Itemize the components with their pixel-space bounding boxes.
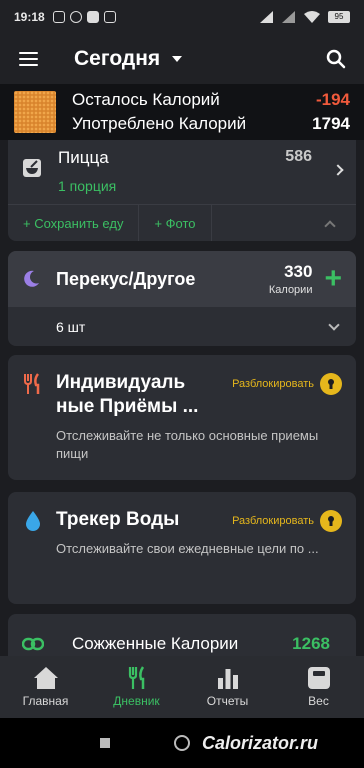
fork-knife-icon — [128, 666, 144, 689]
home-button-icon[interactable] — [174, 735, 190, 751]
unlock-button[interactable]: Разблокировать — [232, 373, 342, 395]
add-photo-button[interactable]: + Фото — [139, 205, 212, 241]
system-navigation: Calorizator.ru — [0, 718, 364, 768]
lock-icon — [320, 510, 342, 532]
water-drop-icon — [26, 511, 40, 531]
nav-reports-label: Отчеты — [206, 694, 249, 708]
chevron-down-icon — [328, 318, 340, 331]
instagram-icon — [103, 11, 116, 23]
nav-home-label: Главная — [22, 694, 69, 708]
nav-reports[interactable]: Отчеты — [182, 656, 273, 718]
food-kcal: 586 — [285, 148, 312, 165]
bottom-navigation: Главная Дневник Отчеты Вес — [0, 656, 364, 718]
lock-icon — [320, 373, 342, 395]
chevron-down-icon — [172, 56, 183, 62]
food-portion: 1 порция — [58, 178, 117, 194]
promo-description: Отслеживайте не только основные приемы п… — [56, 428, 319, 461]
save-food-button[interactable]: + Сохранить еду — [8, 205, 140, 241]
moon-icon — [24, 270, 39, 287]
date-selector[interactable]: Сегодня — [74, 47, 183, 71]
promo-description: Отслеживайте свои ежедневные цели по ... — [56, 541, 319, 556]
alarm-icon — [52, 11, 65, 23]
chevron-up-icon[interactable] — [324, 220, 336, 232]
burned-value: 1268 — [292, 634, 330, 653]
unlock-button[interactable]: Разблокировать — [232, 510, 342, 532]
page-title: Сегодня — [74, 47, 161, 70]
calorie-grid-icon — [14, 91, 56, 133]
calorie-summary[interactable]: Осталось Калорий Употреблено Калорий -19… — [0, 84, 364, 140]
watermark: Calorizator.ru — [202, 732, 319, 753]
battery-icon: 95 — [328, 11, 350, 23]
food-name: Пицца — [58, 148, 109, 167]
nav-diary-label: Дневник — [113, 694, 160, 708]
search-icon[interactable] — [308, 34, 364, 84]
nav-home[interactable]: Главная — [0, 656, 91, 718]
meal-header[interactable]: Перекус/Другое 330 Калории + — [8, 251, 356, 307]
remaining-label: Осталось Калорий — [72, 90, 220, 109]
link-icon — [22, 637, 44, 651]
wifi-icon — [304, 11, 320, 23]
unlock-label: Разблокировать — [232, 378, 314, 390]
nav-weight-label: Вес — [308, 694, 329, 708]
status-bar: 19:18 95 — [0, 0, 364, 34]
scale-icon — [307, 667, 330, 689]
food-bowl-icon — [23, 159, 41, 177]
home-icon — [33, 667, 58, 689]
app-bar: Сегодня — [0, 34, 364, 84]
meal-card-snack: Перекус/Другое 330 Калории + 6 шт — [8, 251, 356, 346]
meal-quantity: 6 шт — [56, 318, 86, 335]
signal-icon-2 — [282, 11, 295, 23]
food-entry-card: Пицца 1 порция 586 + Сохранить еду + Фот… — [8, 140, 356, 241]
youtube-icon — [86, 11, 99, 23]
bar-chart-icon — [217, 669, 238, 689]
promo-title: Индивидуаль ные Приёмы ... — [56, 372, 199, 417]
remaining-value: -194 — [315, 90, 350, 109]
promo-card-custom-meals[interactable]: Индивидуаль ные Приёмы ... Разблокироват… — [8, 355, 356, 480]
consumed-label: Употреблено Калорий — [72, 114, 247, 133]
chevron-right-icon[interactable] — [332, 164, 344, 176]
meal-kcal: 330 — [284, 262, 313, 281]
nav-diary[interactable]: Дневник — [91, 656, 182, 718]
meal-quantity-row[interactable]: 6 шт — [8, 307, 356, 346]
nav-weight[interactable]: Вес — [273, 656, 364, 718]
menu-icon[interactable] — [0, 34, 56, 84]
status-time: 19:18 — [14, 10, 45, 24]
meal-kcal-unit: Калории — [268, 284, 313, 296]
add-food-button[interactable]: + — [324, 264, 342, 294]
signal-icon — [260, 11, 273, 23]
promo-card-water-tracker[interactable]: Трекер Воды Разблокировать Отслеживайте … — [8, 492, 356, 604]
food-entry-pizza[interactable]: Пицца 1 порция 586 — [8, 140, 356, 204]
meal-title: Перекус/Другое — [56, 268, 196, 289]
promo-title: Трекер Воды — [56, 509, 180, 530]
whatsapp-icon — [69, 11, 82, 23]
recent-apps-icon[interactable] — [100, 738, 110, 748]
unlock-label: Разблокировать — [232, 515, 314, 527]
food-actions: + Сохранить еду + Фото — [8, 204, 356, 241]
fork-knife-icon — [24, 373, 40, 394]
burned-label: Сожженные Калории — [72, 634, 239, 653]
consumed-value: 1794 — [312, 114, 350, 133]
